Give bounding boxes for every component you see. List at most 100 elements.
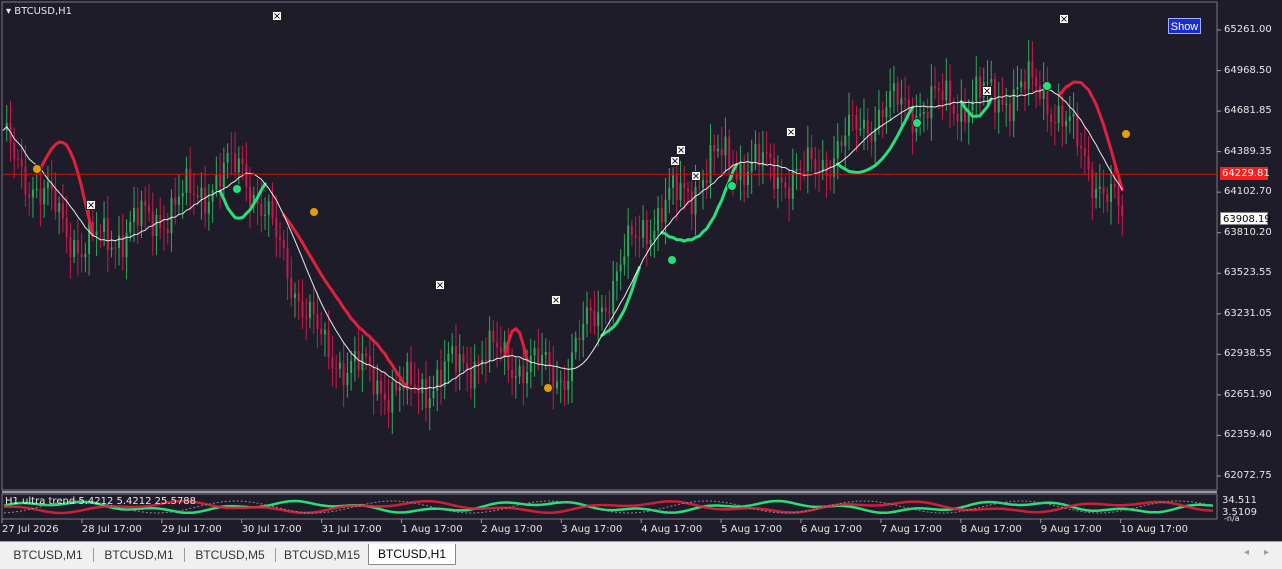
tab-btcusd-h1[interactable]: BTCUSD,H1 — [368, 544, 456, 565]
candle-body — [907, 99, 910, 108]
bid-price-tag: 63908.19 — [1220, 212, 1271, 225]
price-axis-label: 63810.20 — [1224, 226, 1272, 238]
candle-body — [466, 362, 469, 370]
candle-body — [249, 186, 252, 207]
chart-tabs: BTCUSD,M1 BTCUSD,M1 BTCUSD,M5 BTCUSD,M15… — [0, 541, 1282, 569]
trade-close-icon[interactable] — [691, 171, 701, 181]
candle-body — [776, 177, 779, 189]
candle-body — [930, 86, 933, 119]
candle-body — [649, 239, 652, 245]
trade-close-icon[interactable] — [982, 86, 992, 96]
candle-body — [327, 329, 330, 358]
candle-body — [185, 168, 188, 193]
candle-body — [1080, 146, 1083, 149]
candle-body — [529, 355, 532, 372]
candle-body — [728, 136, 731, 167]
candle-body — [979, 76, 982, 98]
candle-body — [675, 175, 678, 200]
candle-body — [320, 328, 323, 335]
time-axis-label: 4 Aug 17:00 — [641, 524, 703, 535]
time-axis-label: 10 Aug 17:00 — [1120, 524, 1189, 535]
signal-dot-icon — [912, 118, 922, 128]
candle-body — [627, 225, 630, 257]
candle-body — [395, 382, 398, 391]
tab-separator — [93, 548, 94, 562]
candle-body — [653, 230, 656, 240]
signal-dot-icon — [232, 184, 242, 194]
candle-body — [870, 134, 873, 142]
scroll-left-icon[interactable]: ◂ — [1244, 547, 1249, 558]
candle-body — [439, 369, 442, 387]
candle-body — [799, 168, 802, 171]
candles — [5, 39, 1124, 435]
candle-body — [1061, 105, 1064, 127]
candle-body — [84, 253, 87, 258]
show-button[interactable]: Show — [1168, 18, 1201, 34]
candle-body — [604, 307, 607, 312]
candle-body — [428, 398, 431, 409]
chart-canvas[interactable] — [0, 0, 1282, 541]
candle-body — [424, 379, 427, 409]
candle-body — [155, 214, 158, 237]
candle-body — [1102, 186, 1105, 194]
candle-body — [600, 307, 603, 313]
candle-body — [226, 152, 229, 163]
candle-body — [791, 170, 794, 199]
candle-body — [65, 218, 68, 238]
candle-body — [896, 83, 899, 105]
candle-body — [975, 76, 978, 101]
signal-dot-icon — [1042, 81, 1052, 91]
tab-btcusd-m1-b[interactable]: BTCUSD,M1 — [95, 545, 183, 565]
candle-body — [43, 188, 46, 205]
candle-body — [398, 387, 401, 391]
candle-body — [926, 112, 929, 119]
candle-body — [690, 191, 693, 215]
axis-ticks — [1, 29, 1221, 523]
candle-body — [484, 359, 487, 361]
candle-body — [668, 187, 671, 200]
candle-body — [222, 162, 225, 187]
price-axis-label: 64968.50 — [1224, 64, 1272, 76]
candle-body — [952, 105, 955, 114]
trade-close-icon[interactable] — [670, 156, 680, 166]
tab-btcusd-m1-a[interactable]: BTCUSD,M1 — [4, 545, 92, 565]
trade-close-icon[interactable] — [435, 280, 445, 290]
candle-body — [818, 170, 821, 172]
chart-window[interactable]: ▾ BTCUSD,H1 Show H1 ultra trend 5.4212 5… — [0, 0, 1282, 541]
candle-body — [526, 371, 529, 384]
candle-body — [417, 386, 420, 394]
sub-axis-note: -n/a — [1224, 514, 1240, 523]
trade-close-icon[interactable] — [551, 295, 561, 305]
tab-btcusd-m5[interactable]: BTCUSD,M5 — [186, 545, 274, 565]
candle-body — [1068, 116, 1071, 121]
candle-body — [518, 366, 521, 377]
candle-body — [39, 189, 42, 205]
price-axis-label: 63231.05 — [1224, 307, 1272, 319]
tab-btcusd-m15[interactable]: BTCUSD,M15 — [277, 545, 367, 565]
trade-close-icon[interactable] — [786, 127, 796, 137]
candle-body — [743, 162, 746, 186]
candle-body — [447, 353, 450, 362]
candle-body — [885, 107, 888, 118]
candle-body — [945, 80, 948, 101]
candle-body — [496, 342, 499, 348]
candle-body — [702, 180, 705, 188]
trade-close-icon[interactable] — [676, 145, 686, 155]
trade-close-icon[interactable] — [272, 11, 282, 21]
scroll-right-icon[interactable]: ▸ — [1264, 547, 1269, 558]
candle-body — [402, 387, 405, 390]
candle-body — [189, 168, 192, 194]
price-axis-label: 62651.90 — [1224, 388, 1272, 400]
candle-body — [1031, 61, 1034, 78]
trade-close-icon[interactable] — [86, 200, 96, 210]
candle-body — [147, 206, 150, 212]
candle-body — [245, 163, 248, 187]
candle-body — [368, 356, 371, 366]
candle-body — [855, 115, 858, 131]
symbol-title: ▾ BTCUSD,H1 — [6, 6, 72, 18]
trade-close-icon[interactable] — [1059, 14, 1069, 24]
candle-body — [219, 174, 222, 187]
candle-body — [1035, 77, 1038, 87]
candle-body — [941, 90, 944, 101]
collapse-triangle-icon[interactable]: ▾ — [6, 6, 11, 17]
